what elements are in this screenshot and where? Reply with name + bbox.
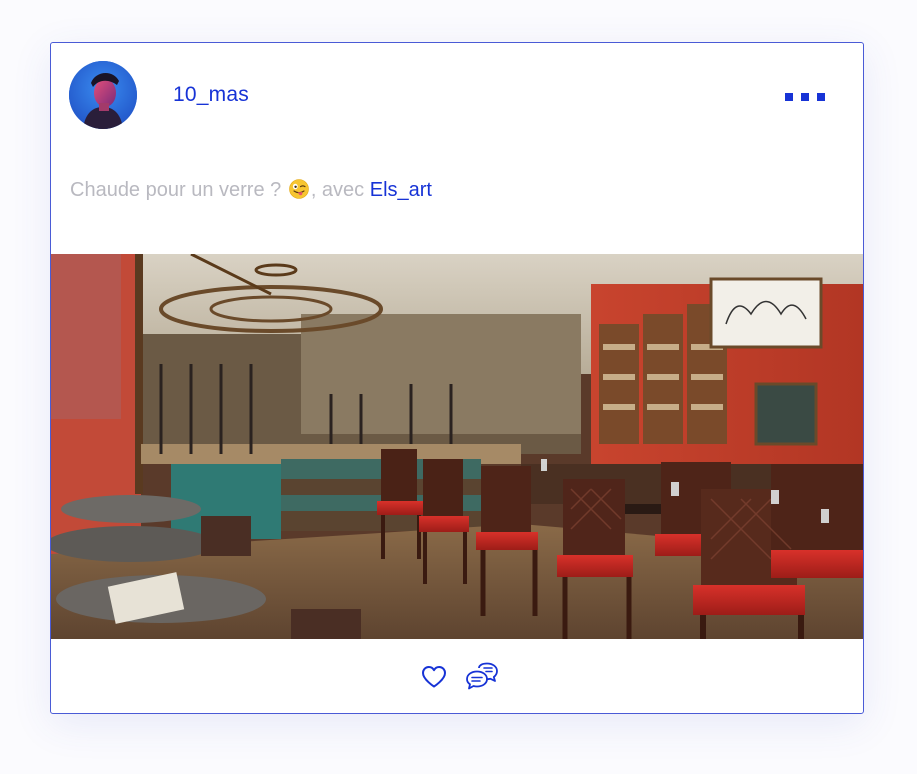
post-photo[interactable] xyxy=(51,252,863,639)
caption-with-text: , avec xyxy=(310,179,370,201)
username-link[interactable]: 10_mas xyxy=(173,83,249,107)
like-button[interactable] xyxy=(417,660,451,694)
dot-icon xyxy=(785,93,793,101)
post-card: 10_mas Chaude pour un verre ? , avec Els… xyxy=(50,42,864,714)
restaurant-interior-image xyxy=(51,252,863,639)
more-options-button[interactable] xyxy=(785,91,825,103)
caption-text: Chaude pour un verre ? xyxy=(70,179,287,201)
post-actions xyxy=(51,639,863,713)
avatar-image xyxy=(69,61,137,129)
page-background: 10_mas Chaude pour un verre ? , avec Els… xyxy=(0,0,917,774)
post-header: 10_mas xyxy=(51,43,863,153)
heart-icon xyxy=(422,666,446,688)
comment-button[interactable] xyxy=(465,660,499,694)
chat-bubbles-icon xyxy=(466,662,498,690)
avatar[interactable] xyxy=(69,61,137,129)
dot-icon xyxy=(801,93,809,101)
tagged-user-link[interactable]: Els_art xyxy=(370,179,432,201)
post-caption: Chaude pour un verre ? , avec Els_art xyxy=(70,179,432,205)
dot-icon xyxy=(817,93,825,101)
winking-tongue-emoji-icon xyxy=(289,179,309,205)
